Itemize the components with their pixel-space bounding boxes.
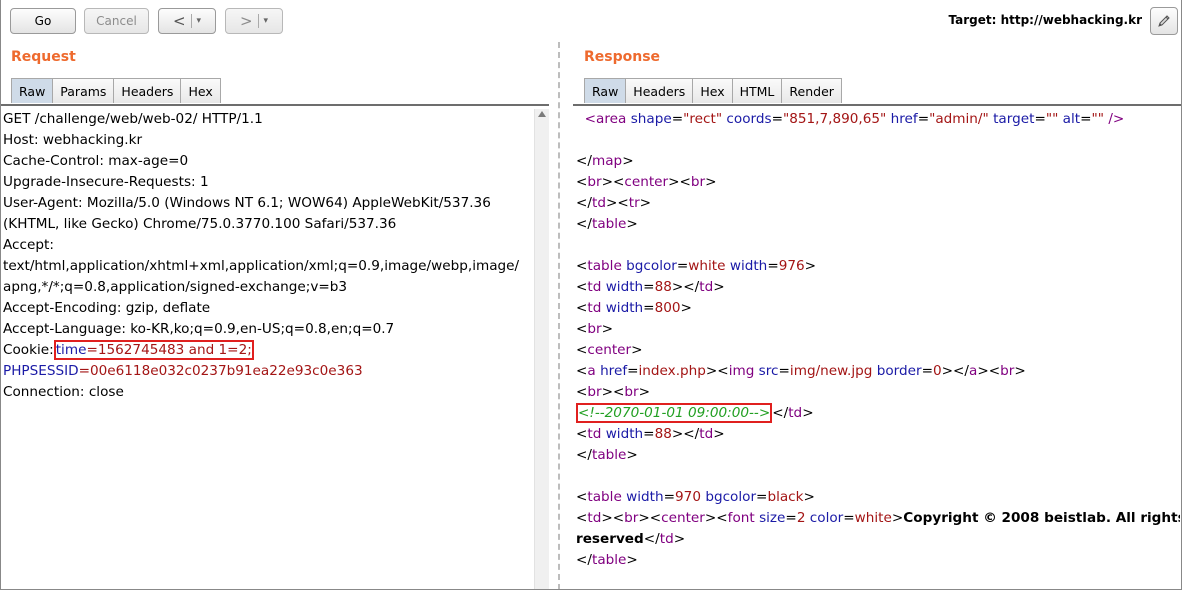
tab-headers[interactable]: Headers xyxy=(113,78,182,103)
response-title: Response xyxy=(584,49,661,65)
request-tab-underline xyxy=(0,104,549,106)
tab-raw[interactable]: Raw xyxy=(11,78,54,103)
edit-target-button[interactable] xyxy=(1150,7,1178,35)
copyright-text: Copyright © 2008 beistlab. All rights xyxy=(903,510,1180,526)
response-line: <td width=800> xyxy=(576,300,692,316)
response-line: <br><center><br> xyxy=(576,174,717,190)
request-line: Accept-Language: ko-KR,ko;q=0.9,en-US;q=… xyxy=(3,321,395,337)
response-line: </table> xyxy=(576,216,638,232)
response-line xyxy=(576,466,1180,487)
cookie-time-value: =1562745483 and 1=2; xyxy=(86,342,252,358)
toolbar: Go Cancel < ▾ > ▾ Target: http://webhack… xyxy=(0,0,1182,42)
response-line: <td width=88></td> xyxy=(576,279,725,295)
forward-button[interactable]: > ▾ xyxy=(225,8,283,34)
cookie-time-name: time xyxy=(55,342,87,358)
request-line: text/html,application/xhtml+xml,applicat… xyxy=(3,258,520,274)
response-line xyxy=(576,235,1180,256)
request-line: Connection: close xyxy=(3,384,124,400)
date-comment-highlight: <!--2070-01-01 09:00:00--> xyxy=(576,403,773,423)
chevron-right-icon: > xyxy=(239,12,253,30)
response-editor[interactable]: <area shape="rect" coords="851,7,890,65"… xyxy=(576,109,1180,590)
divider xyxy=(190,14,192,28)
request-line: Upgrade-Insecure-Requests: 1 xyxy=(3,174,209,190)
window-border xyxy=(0,0,1,590)
response-line: <a href=index.php><img src=img/new.jpg b… xyxy=(576,363,1026,379)
target-label: Target: http://webhacking.kr xyxy=(948,13,1142,27)
response-line: <!--2070-01-01 09:00:00--> </td> xyxy=(576,403,814,423)
response-line: <td><br><center><font size=2 color=white… xyxy=(576,508,1180,529)
pane-splitter[interactable] xyxy=(551,42,567,590)
cookie-line: Cookie: time=1562745483 and 1=2; xyxy=(3,340,533,361)
divider xyxy=(257,14,259,28)
tab-headers[interactable]: Headers xyxy=(625,78,694,103)
back-button[interactable]: < ▾ xyxy=(158,8,216,34)
request-line: Host: webhacking.kr xyxy=(3,132,143,148)
response-line: <table width=970 bgcolor=black> xyxy=(576,489,815,505)
request-editor[interactable]: GET /challenge/web/web-02/ HTTP/1.1 Host… xyxy=(3,109,533,590)
request-line: Cache-Control: max-age=0 xyxy=(3,153,189,169)
chevron-down-icon[interactable]: ▾ xyxy=(197,16,202,26)
request-line: GET /challenge/web/web-02/ HTTP/1.1 xyxy=(3,111,263,127)
response-line: <center> xyxy=(576,342,643,358)
chevron-down-icon[interactable]: ▾ xyxy=(264,16,269,26)
cookie-label: Cookie: xyxy=(3,342,54,358)
request-line: Accept-Encoding: gzip, deflate xyxy=(3,300,211,316)
request-scrollbar[interactable] xyxy=(534,109,549,590)
phpsessid-line: PHPSESSID=00e6118e032c0237b91ea22e93c0e3… xyxy=(3,361,533,382)
response-line: </td><tr> xyxy=(576,195,652,211)
response-tab-underline xyxy=(573,104,1182,106)
tab-hex[interactable]: Hex xyxy=(180,78,221,103)
response-tabs: Raw Headers Hex HTML Render xyxy=(584,78,842,104)
response-line: <br> xyxy=(576,321,613,337)
reserved-text: reserved xyxy=(576,531,644,547)
pencil-icon xyxy=(1158,15,1170,27)
response-line: </table> xyxy=(576,552,638,568)
request-line: Accept: xyxy=(3,237,54,253)
tab-hex[interactable]: Hex xyxy=(692,78,733,103)
scroll-up-arrow-icon[interactable] xyxy=(538,111,546,117)
response-line: <br><br> xyxy=(576,384,650,400)
phpsessid-name: PHPSESSID xyxy=(3,363,79,379)
request-line: (KHTML, like Gecko) Chrome/75.0.3770.100… xyxy=(3,216,397,232)
request-title: Request xyxy=(11,49,76,65)
phpsessid-value: =00e6118e032c0237b91ea22e93c0e363 xyxy=(78,363,363,379)
response-line xyxy=(576,130,1180,151)
response-line: </table> xyxy=(576,447,638,463)
cookie-injection-highlight: time=1562745483 and 1=2; xyxy=(53,340,254,360)
request-line: apng,*/*;q=0.8,application/signed-exchan… xyxy=(3,279,348,295)
response-line: <table bgcolor=white width=976> xyxy=(576,258,817,274)
request-tabs: Raw Params Headers Hex xyxy=(11,78,221,104)
response-line: reserved</td> xyxy=(576,531,686,547)
request-line: User-Agent: Mozilla/5.0 (Windows NT 6.1;… xyxy=(3,195,491,211)
response-line: </map> xyxy=(576,153,634,169)
tab-render[interactable]: Render xyxy=(781,78,842,103)
tab-raw[interactable]: Raw xyxy=(584,78,627,103)
go-button[interactable]: Go xyxy=(10,8,76,34)
tab-params[interactable]: Params xyxy=(52,78,115,103)
cancel-button[interactable]: Cancel xyxy=(84,8,149,34)
chevron-left-icon: < xyxy=(172,12,186,30)
tab-html[interactable]: HTML xyxy=(731,78,783,103)
response-line: <td width=88></td> xyxy=(576,426,725,442)
response-line: <area shape="rect" coords="851,7,890,65"… xyxy=(584,111,1125,127)
